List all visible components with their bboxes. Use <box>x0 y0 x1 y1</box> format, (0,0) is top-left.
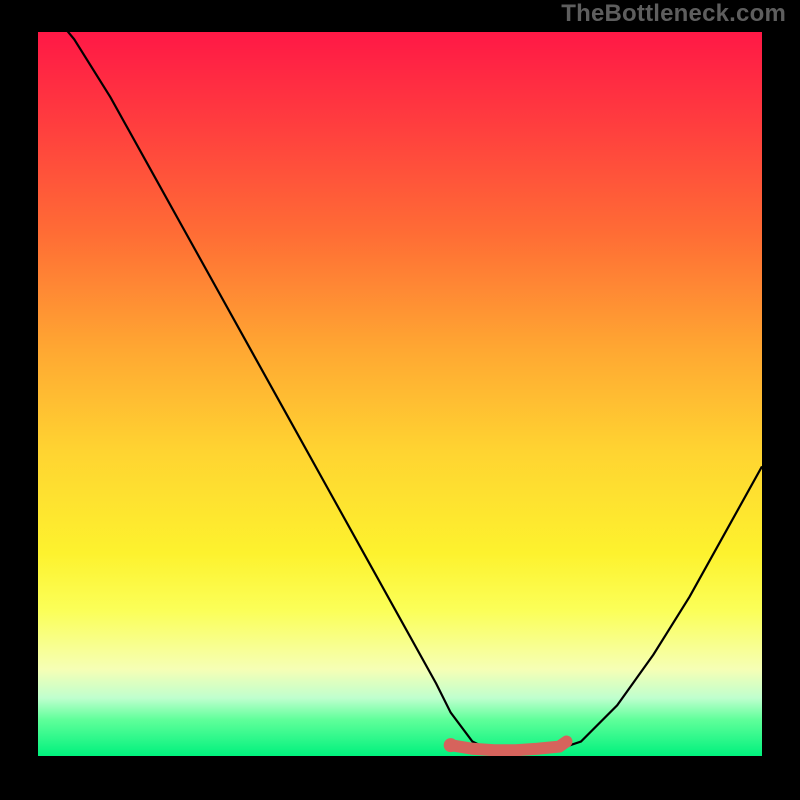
chart-frame: TheBottleneck.com <box>0 0 800 800</box>
bottleneck-curve <box>38 32 762 752</box>
plot-overlay-svg <box>38 32 762 756</box>
optimal-range-marker <box>451 742 567 751</box>
optimal-point-marker <box>444 738 458 752</box>
watermark-text: TheBottleneck.com <box>561 0 786 28</box>
